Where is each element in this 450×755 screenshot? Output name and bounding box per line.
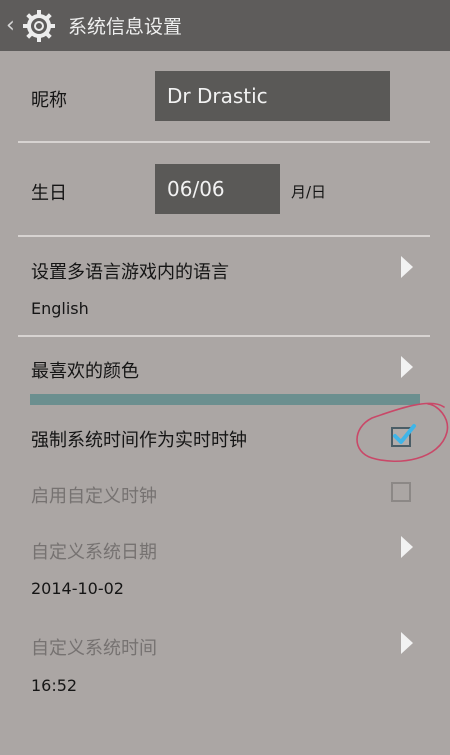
chevron-right-icon <box>401 536 413 558</box>
back-icon[interactable]: ‹ <box>6 13 20 38</box>
check-icon <box>393 424 416 444</box>
custom-time-label: 自定义系统时间 <box>31 638 157 659</box>
birthday-label: 生日 <box>31 183 67 204</box>
custom-date-value: 2014-10-02 <box>31 579 124 598</box>
birthday-field[interactable]: 06/06 <box>155 164 280 214</box>
custom-date-label: 自定义系统日期 <box>31 542 157 563</box>
favorite-color-label: 最喜欢的颜色 <box>31 361 139 382</box>
chevron-right-icon <box>401 256 413 278</box>
divider <box>18 235 430 237</box>
force-system-time-checkbox[interactable] <box>391 424 416 447</box>
birthday-unit: 月/日 <box>291 183 327 201</box>
nickname-label: 昵称 <box>31 90 67 111</box>
language-value: English <box>31 299 89 318</box>
language-label: 设置多语言游戏内的语言 <box>31 262 229 283</box>
chevron-right-icon <box>401 632 413 654</box>
gear-icon <box>23 9 55 42</box>
chevron-right-icon <box>401 356 413 378</box>
custom-clock-checkbox[interactable] <box>391 482 411 502</box>
force-system-time-label: 强制系统时间作为实时时钟 <box>31 430 247 451</box>
divider <box>18 141 430 143</box>
favorite-color-swatch <box>30 394 420 405</box>
page-title: 系统信息设置 <box>68 16 183 38</box>
title-bar: ‹ 系统信息设置 <box>0 0 450 51</box>
custom-clock-label: 启用自定义时钟 <box>31 486 157 507</box>
custom-time-value: 16:52 <box>31 676 78 695</box>
nickname-field[interactable]: Dr Drastic <box>155 71 390 121</box>
divider <box>18 335 430 337</box>
